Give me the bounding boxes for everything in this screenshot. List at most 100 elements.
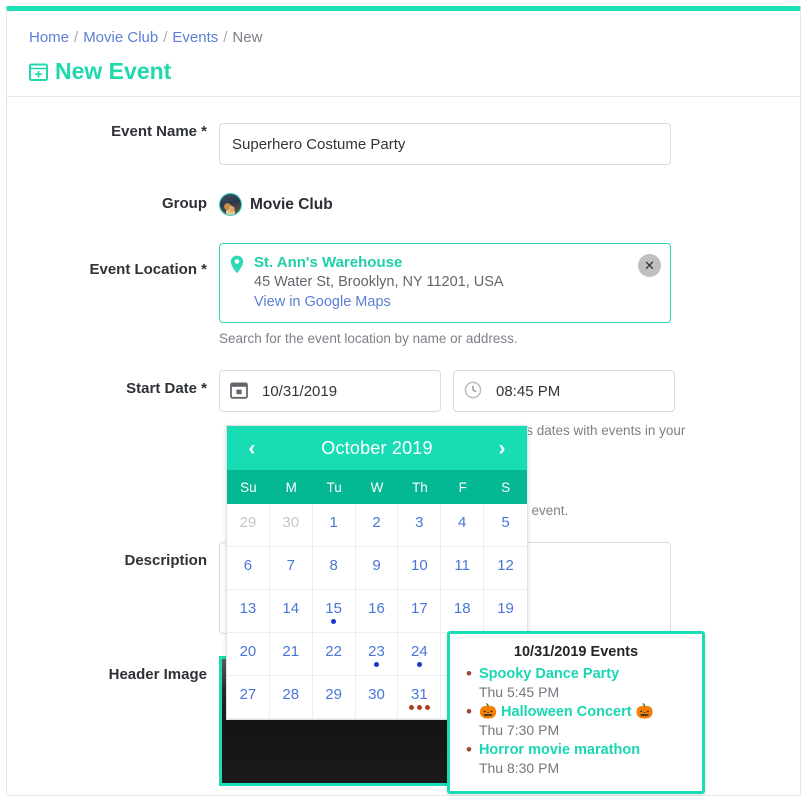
datepicker-day-cell[interactable]: 13 <box>227 590 270 633</box>
datepicker-day-number: 3 <box>415 513 424 531</box>
event-name-label: Event Name * <box>111 123 207 140</box>
datepicker-day-cell[interactable]: 20 <box>227 633 270 676</box>
weekday-m: M <box>285 479 297 495</box>
datepicker-month-title: October 2019 <box>321 437 433 458</box>
field-row-event-name: Event Name * Superhero Costume Party <box>7 123 800 165</box>
datepicker-day-number: 21 <box>282 642 300 660</box>
datepicker-day-cell[interactable]: 21 <box>269 633 313 676</box>
event-location-help: Search for the event location by name or… <box>219 331 518 346</box>
start-date-label: Start Date * <box>126 380 207 397</box>
group-label: Group <box>162 195 207 212</box>
datepicker-day-number: 30 <box>282 513 300 531</box>
datepicker-day-number: 13 <box>239 599 257 617</box>
datepicker-day-cell[interactable]: 29 <box>312 676 356 719</box>
datepicker-day-cell[interactable]: 30 <box>269 504 313 547</box>
event-dot <box>373 662 379 667</box>
datepicker-day-number: 8 <box>329 556 338 574</box>
datepicker-day-number: 22 <box>325 642 342 660</box>
datepicker-day-cell[interactable]: 5 <box>484 504 527 547</box>
chevron-right-icon[interactable]: › <box>491 438 513 459</box>
datepicker-day-cell[interactable]: 24 <box>398 633 442 676</box>
datepicker-weekday-row: Su M Tu W Th F S <box>227 470 527 504</box>
calendar-icon <box>230 381 250 401</box>
datepicker-day-number: 11 <box>454 556 470 574</box>
datepicker-day-number: 10 <box>411 556 428 574</box>
group-name: Movie Club <box>250 195 333 213</box>
datepicker-day-number: 5 <box>501 513 510 531</box>
tooltip-event-time: Thu 7:30 PM <box>478 722 560 738</box>
clear-location-button[interactable]: ✕ <box>638 254 661 277</box>
datepicker-day-cell[interactable]: 12 <box>484 547 527 590</box>
datepicker-day-cell[interactable]: 2 <box>355 504 399 547</box>
tooltip-event-name: 🎃 Halloween Concert 🎃 <box>478 704 654 720</box>
datepicker-day-cell[interactable]: 16 <box>355 590 399 633</box>
start-date-input[interactable]: 10/31/2019 <box>219 370 441 412</box>
clock-icon <box>464 381 484 401</box>
field-row-event-location: Event Location * St. Ann's Warehouse 45 … <box>7 243 800 348</box>
datepicker-day-cell[interactable]: 18 <box>441 590 485 633</box>
datepicker-day-cell[interactable]: 10 <box>398 547 442 590</box>
weekday-th: Th <box>411 479 428 495</box>
breadcrumb-item-events[interactable]: Events <box>172 29 218 46</box>
datepicker-day-cell[interactable]: 9 <box>355 547 399 590</box>
tooltip-event-time: Thu 8:30 PM <box>478 760 560 776</box>
weekday-tu: Tu <box>326 479 342 495</box>
datepicker-header: ‹ October 2019 › <box>227 426 527 470</box>
header-image-label: Header Image <box>108 666 207 683</box>
breadcrumb-item-home[interactable]: Home <box>29 29 69 46</box>
start-time-input[interactable]: 08:45 PM <box>453 370 675 412</box>
datepicker-day-number: 2 <box>372 513 381 531</box>
datepicker-day-number: 7 <box>286 556 295 574</box>
datepicker-day-cell[interactable]: 8 <box>312 547 356 590</box>
datepicker-day-number: 12 <box>497 556 514 574</box>
event-location-label: Event Location * <box>89 261 207 278</box>
datepicker-day-number: 18 <box>453 599 471 617</box>
weekday-s: S <box>501 479 511 495</box>
datepicker-day-cell[interactable]: 30 <box>355 676 399 719</box>
event-dot <box>331 619 337 624</box>
datepicker-day-number: 19 <box>497 599 514 617</box>
datepicker-day-cell[interactable]: 29 <box>227 504 270 547</box>
datepicker-day-cell[interactable]: 7 <box>269 547 313 590</box>
datepicker-day-cell[interactable]: 17 <box>398 590 442 633</box>
datepicker-day-cell[interactable]: 28 <box>269 676 313 719</box>
start-time-value: 08:45 PM <box>496 382 561 400</box>
datepicker-day-number: 23 <box>368 642 385 660</box>
datepicker-day-cell[interactable]: 1 <box>312 504 356 547</box>
field-row-group: Group Movie Club <box>7 193 800 216</box>
datepicker-day-cell[interactable]: 27 <box>227 676 270 719</box>
view-in-google-maps-link[interactable]: View in Google Maps <box>254 293 391 312</box>
datepicker-day-number: 29 <box>325 685 342 703</box>
event-dot <box>416 662 422 667</box>
datepicker-day-cell[interactable]: 19 <box>484 590 527 633</box>
event-location-name: St. Ann's Warehouse <box>254 254 403 271</box>
datepicker-day-cell[interactable]: 31 <box>398 676 442 719</box>
tooltip-event-item[interactable]: • Horror movie marathon Thu 8:30 PM <box>466 741 690 777</box>
page-title: New Event <box>29 58 778 84</box>
group-avatar <box>219 193 242 216</box>
event-dot <box>416 705 422 710</box>
tooltip-event-item[interactable]: • 🎃 Halloween Concert 🎃 Thu 7:30 PM <box>466 703 690 739</box>
close-icon: ✕ <box>644 257 655 273</box>
event-location-box[interactable]: St. Ann's Warehouse 45 Water St, Brookly… <box>219 243 671 323</box>
datepicker-day-number: 15 <box>325 599 342 617</box>
datepicker-day-cell[interactable]: 6 <box>227 547 270 590</box>
datepicker-day-number: 16 <box>368 599 385 617</box>
datepicker-day-cell[interactable]: 4 <box>441 504 485 547</box>
description-label: Description <box>124 552 207 569</box>
datepicker-day-cell[interactable]: 11 <box>441 547 485 590</box>
datepicker-day-cell[interactable]: 14 <box>269 590 313 633</box>
tooltip-event-name: Horror movie marathon <box>478 742 641 758</box>
breadcrumb-item-movie-club[interactable]: Movie Club <box>83 29 158 46</box>
datepicker-day-cell[interactable]: 23 <box>355 633 399 676</box>
event-name-input[interactable]: Superhero Costume Party <box>219 123 671 165</box>
datepicker-day-number: 6 <box>243 556 253 574</box>
datepicker-day-cell[interactable]: 3 <box>398 504 442 547</box>
breadcrumb-item-new: New <box>232 29 263 46</box>
tooltip-event-item[interactable]: • Spooky Dance Party Thu 5:45 PM <box>466 665 690 701</box>
bullet-icon: • <box>466 702 472 721</box>
chevron-left-icon[interactable]: ‹ <box>241 438 263 459</box>
calendar-plus-icon <box>29 62 48 81</box>
datepicker-day-cell[interactable]: 15 <box>312 590 356 633</box>
datepicker-day-cell[interactable]: 22 <box>312 633 356 676</box>
